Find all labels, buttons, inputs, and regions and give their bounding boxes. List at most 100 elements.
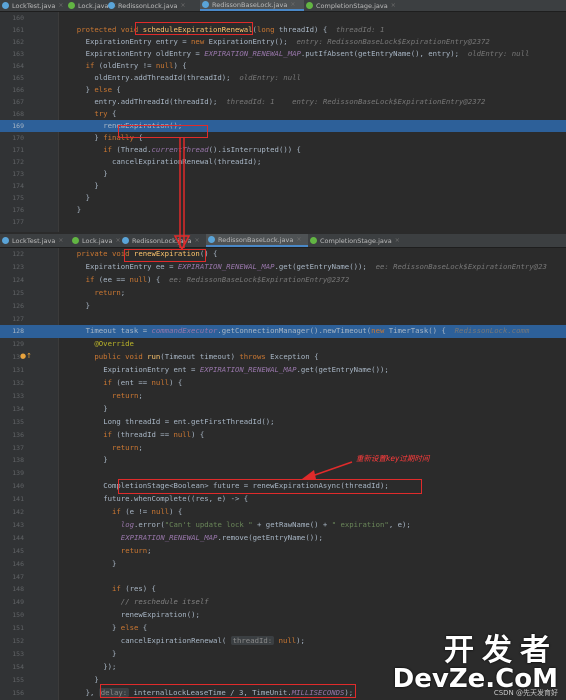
code-line[interactable]: 133 return; — [0, 390, 566, 403]
editor-tab[interactable]: RedissonBaseLock.java × — [206, 234, 308, 247]
code-token: EXPIRATION_RENEWAL_MAP — [204, 49, 301, 58]
code-line[interactable]: 173} — [0, 168, 566, 180]
code-token: ().isInterrupted()) { — [208, 145, 301, 154]
tab-label: RedissonBaseLock.java — [218, 235, 294, 244]
code-line[interactable]: 145 return; — [0, 545, 566, 558]
code-line[interactable]: 138} — [0, 454, 566, 467]
code-token: else — [94, 85, 117, 94]
code-text: } — [112, 648, 116, 661]
code-token: ; — [138, 390, 143, 400]
code-line[interactable]: 161 protected void scheduleExpirationRene… — [0, 24, 566, 36]
code-line[interactable]: 132 if (ent == null) { — [0, 377, 566, 390]
override-marker-icon[interactable]: ●↑ — [20, 352, 32, 360]
code-line[interactable]: 148 if (res) { — [0, 583, 566, 596]
code-line[interactable]: 146} — [0, 558, 566, 571]
code-line[interactable]: 125 return; — [0, 287, 566, 300]
editor-tab[interactable]: RedissonLock.java × — [106, 0, 200, 11]
code-token: new — [191, 37, 209, 46]
watermark-cn: 开发者 — [444, 633, 558, 668]
close-icon[interactable]: × — [58, 237, 63, 244]
code-text: if (e != null) { — [112, 506, 182, 519]
editor-tab[interactable]: LockTest.java × — [0, 234, 70, 247]
code-line[interactable]: 131 ExpirationEntry ent = EXPIRATION_RENE… — [0, 364, 566, 377]
code-line[interactable]: 160 — [0, 12, 566, 24]
line-number: 177 — [12, 218, 24, 226]
code-token: } — [112, 648, 117, 658]
code-line[interactable]: 144 EXPIRATION_RENEWAL_MAP.remove(getEntr… — [0, 532, 566, 545]
code-line[interactable]: 174} — [0, 180, 566, 192]
code-line[interactable]: 124 if (ee == null) { ee: RedissonBaseLoc… — [0, 274, 566, 287]
code-line[interactable]: 167 entry.addThreadId(threadId); threadId… — [0, 96, 566, 108]
editor-tab[interactable]: CompletionStage.java × — [308, 234, 404, 247]
close-icon[interactable]: × — [391, 2, 396, 9]
code-token: ExpirationEntry ee = — [85, 261, 178, 271]
editor-tab[interactable]: Lock.java× — [70, 234, 121, 247]
code-token: { — [111, 109, 117, 118]
code-token: ExpirationEntry entry = — [85, 37, 192, 46]
editor-tab[interactable]: RedissonBaseLock.java × — [200, 0, 304, 11]
code-line[interactable]: 127 — [0, 313, 566, 326]
code-line[interactable]: 162 ExpirationEntry entry = new Expiratio… — [0, 36, 566, 48]
code-line[interactable]: 175} — [0, 192, 566, 204]
code-line[interactable]: 134} — [0, 403, 566, 416]
editor-tab[interactable]: LockTest.java × — [0, 0, 66, 11]
code-line[interactable]: 129 @Override — [0, 338, 566, 351]
line-number: 143 — [12, 520, 24, 529]
code-text: entry.addThreadId(threadId); threadId: 1… — [94, 96, 485, 108]
close-icon[interactable]: × — [395, 237, 400, 244]
current-line[interactable]: 128 Timeout task = commandExecutor.getCon… — [0, 325, 566, 339]
code-line[interactable]: 147 — [0, 571, 566, 584]
code-line[interactable]: 165 oldEntry.addThreadId(threadId); oldEn… — [0, 72, 566, 84]
line-number: 122 — [12, 250, 24, 258]
tab-label: CompletionStage.java — [316, 1, 388, 10]
close-icon[interactable]: × — [296, 236, 301, 243]
annotation-box-renew-call — [118, 125, 208, 138]
close-icon[interactable]: × — [181, 2, 186, 9]
code-line[interactable]: 123 ExpirationEntry ee = EXPIRATION_RENEW… — [0, 261, 566, 274]
code-line[interactable]: 142 if (e != null) { — [0, 506, 566, 519]
code-line[interactable]: 168 try { — [0, 108, 566, 120]
code-token: " expiration" — [331, 519, 389, 529]
close-icon[interactable]: × — [58, 2, 63, 9]
code-token: ) { — [173, 61, 187, 70]
current-line[interactable]: 169 renewExpiration(); — [0, 120, 566, 132]
code-text: } — [94, 180, 98, 192]
editor-tab[interactable]: RedissonLock.java × — [120, 234, 206, 247]
code-line[interactable]: 141 future.whenComplete((res, e) -> { — [0, 493, 566, 506]
code-token: } — [94, 674, 99, 684]
line-number: 167 — [12, 98, 24, 106]
code-line[interactable]: 164 if (oldEntry != null) { — [0, 60, 566, 72]
code-line[interactable]: 163 ExpirationEntry oldEntry = EXPIRATION… — [0, 48, 566, 60]
code-line[interactable]: 137 return; — [0, 442, 566, 455]
debug-value-hint: entry: RedissonBaseLock$ExpirationEntry@… — [296, 37, 490, 46]
code-line[interactable]: 136 if (threadId == null) { — [0, 429, 566, 442]
close-icon[interactable]: × — [195, 237, 200, 244]
code-line[interactable]: 126} — [0, 300, 566, 313]
code-token: } — [103, 169, 108, 178]
code-line[interactable]: 143 log.error("Can't update lock " + getR… — [0, 519, 566, 532]
code-line[interactable]: 135 Long threadId = ent.getFirstThreadId(… — [0, 416, 566, 429]
code-text: Timeout task = commandExecutor.getConnec… — [86, 325, 530, 338]
code-token: renewExpiration(); — [120, 610, 200, 620]
code-text: } — [103, 454, 107, 467]
debug-value-hint: RedissonLock.comm — [454, 326, 530, 336]
code-line[interactable]: 166} else { — [0, 84, 566, 96]
code-line[interactable]: 170} finally { — [0, 132, 566, 144]
code-line[interactable]: 149 // reschedule itself — [0, 596, 566, 609]
code-text: if (oldEntry != null) { — [86, 60, 187, 72]
line-number: 153 — [12, 649, 24, 658]
editor-tab[interactable]: CompletionStage.java × — [304, 0, 400, 11]
code-line[interactable]: 150 renewExpiration(); — [0, 609, 566, 622]
code-line[interactable]: 130 public void run(Timeout timeout) thro… — [0, 351, 566, 364]
line-number: 128 — [12, 327, 24, 336]
code-token: } — [103, 455, 108, 465]
code-line[interactable]: 122 private void renewExpiration() { — [0, 248, 566, 261]
editor-tab[interactable]: Lock.java× — [66, 0, 117, 11]
code-line[interactable]: 176} — [0, 204, 566, 216]
code-token: if — [112, 507, 126, 516]
code-line[interactable]: 172 cancelExpirationRenewal(threadId); — [0, 156, 566, 168]
code-line[interactable]: 177 — [0, 216, 566, 228]
code-text: if (res) { — [112, 583, 156, 596]
close-icon[interactable]: × — [290, 1, 295, 8]
code-line[interactable]: 171 if (Thread.currentThread().isInterrup… — [0, 144, 566, 156]
